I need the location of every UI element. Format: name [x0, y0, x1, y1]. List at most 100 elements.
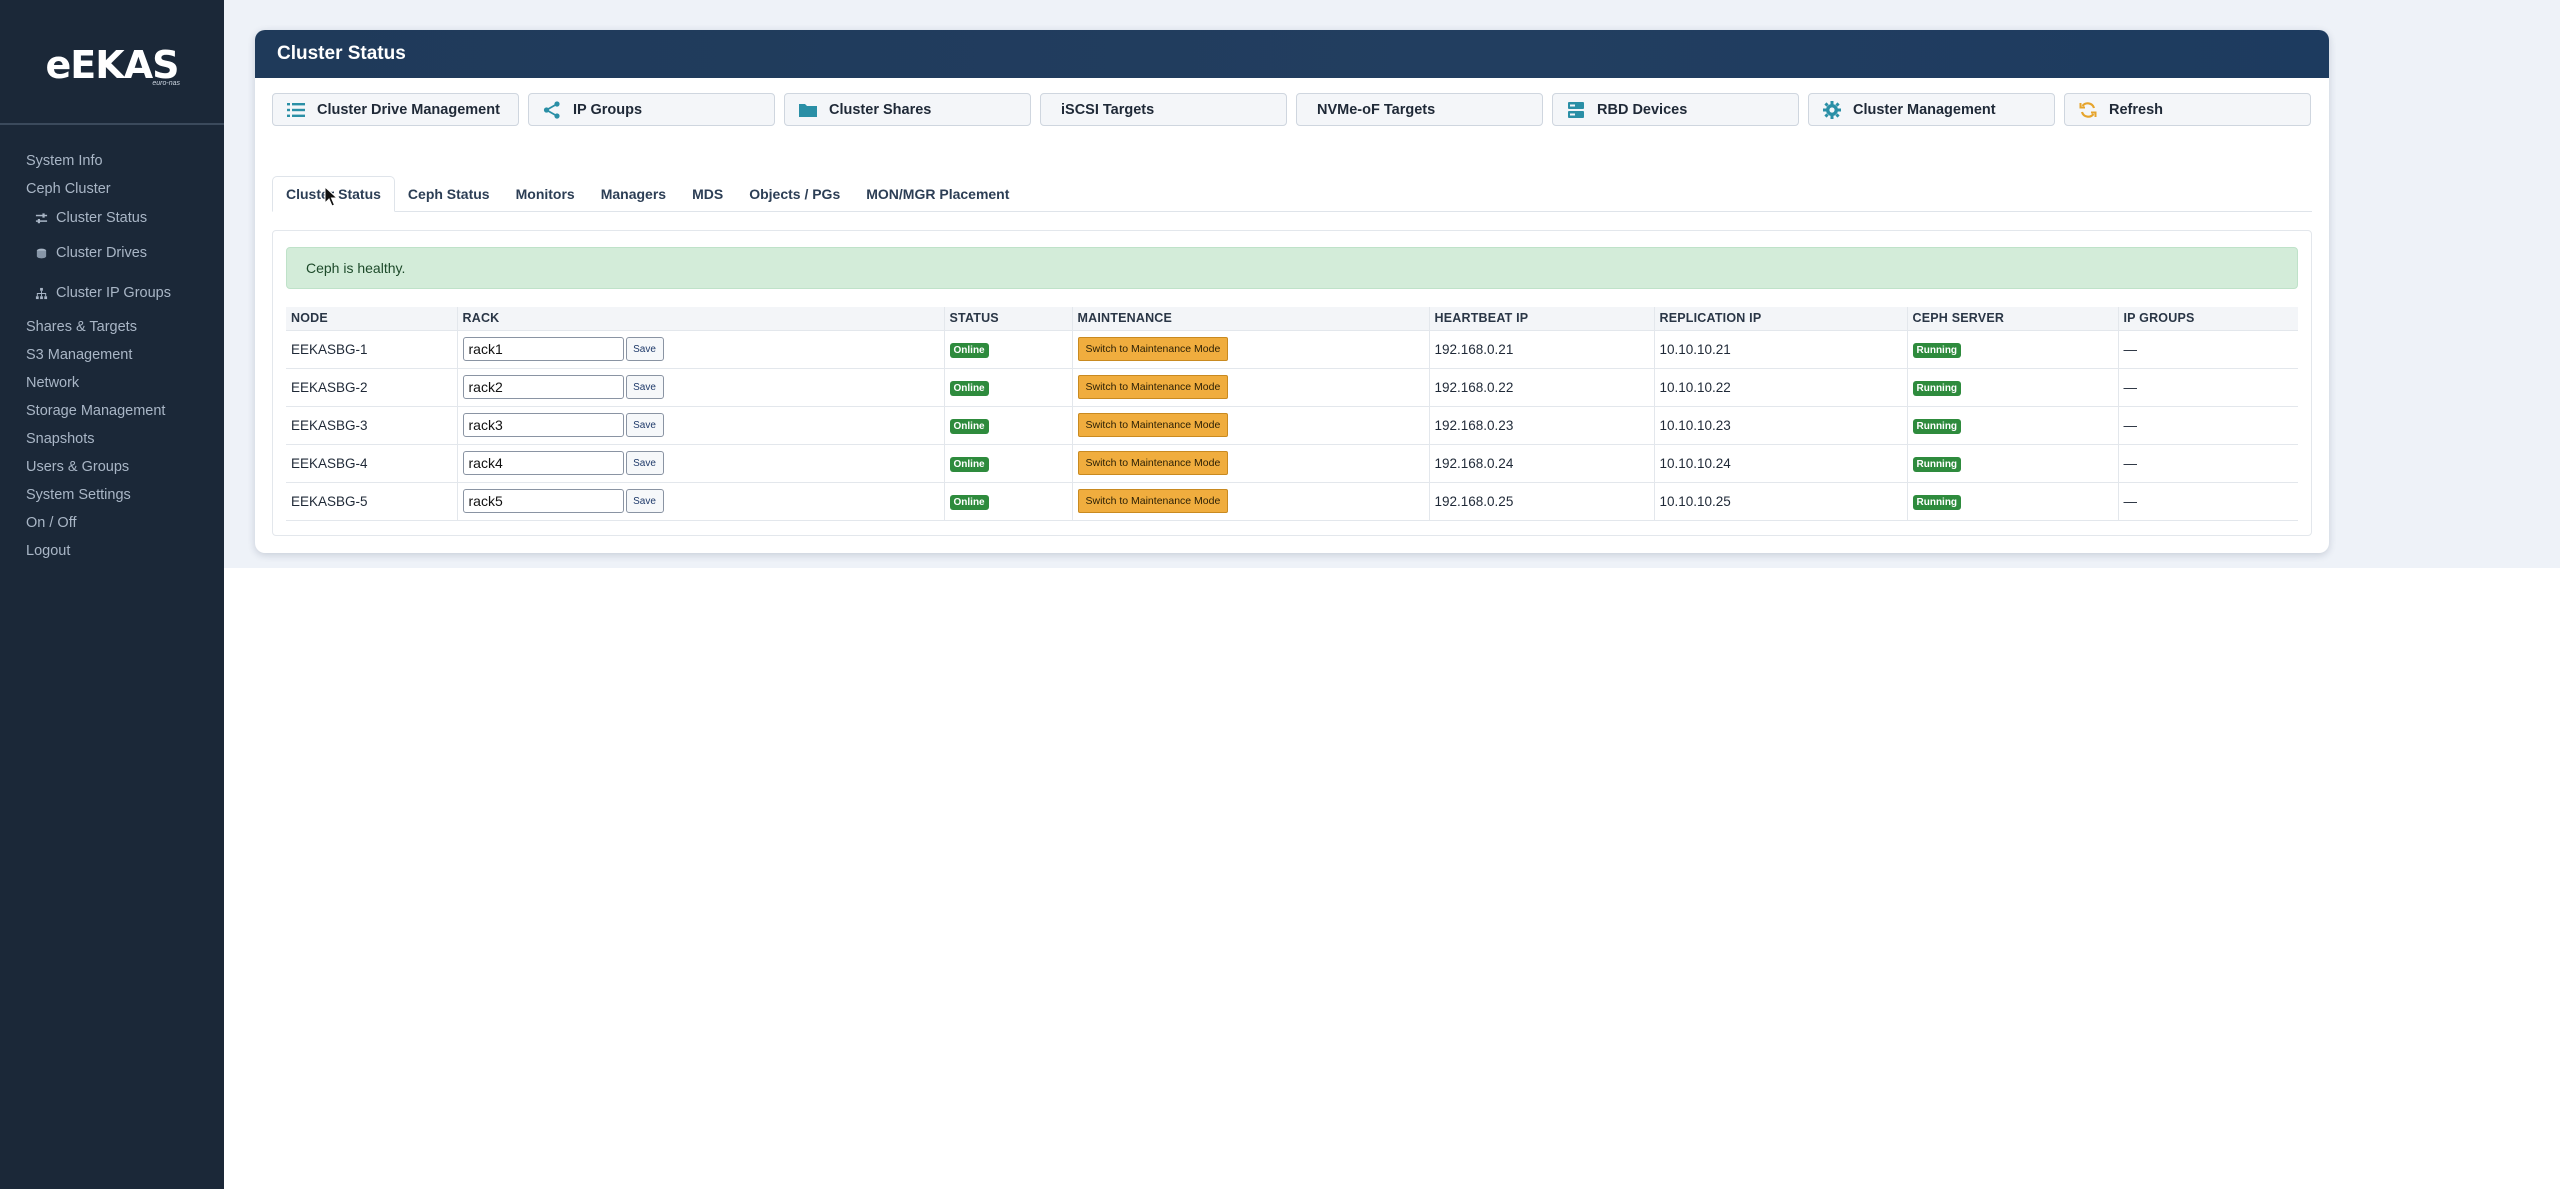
- cluster-drive-management-button[interactable]: Cluster Drive Management: [272, 93, 519, 126]
- sidebar-item-s3-management[interactable]: S3 Management: [0, 341, 224, 369]
- node-name: EEKASBG-1: [286, 329, 458, 368]
- save-button[interactable]: Save: [625, 451, 664, 475]
- ceph-server-cell: Running: [1907, 329, 2119, 368]
- cluster-management-button[interactable]: Cluster Management: [1808, 93, 2055, 126]
- ip-groups: —: [2118, 405, 2298, 444]
- maintenance-cell: Switch to Maintenance Mode: [1072, 481, 1430, 521]
- button-label: iSCSI Targets: [1061, 101, 1155, 118]
- folder-icon: [797, 100, 819, 120]
- heartbeat-ip: 192.168.0.24: [1429, 443, 1655, 482]
- node-name: EEKASBG-4: [286, 443, 458, 482]
- save-button[interactable]: Save: [625, 337, 664, 361]
- sidebar-item-snapshots[interactable]: Snapshots: [0, 425, 224, 453]
- status-badge: Online: [949, 456, 989, 472]
- tab-objects-pgs[interactable]: Objects / PGs: [736, 176, 853, 212]
- rack-cell: Save: [457, 443, 945, 482]
- ip-groups: —: [2118, 481, 2298, 521]
- status-badge: Online: [949, 380, 989, 396]
- rack-input[interactable]: [462, 375, 624, 399]
- button-label: IP Groups: [573, 101, 643, 118]
- maintenance-mode-button[interactable]: Switch to Maintenance Mode: [1077, 451, 1229, 475]
- health-alert-text: Ceph is healthy.: [306, 260, 406, 276]
- column-header-node: NODE: [286, 307, 458, 330]
- drive-icon: [34, 246, 48, 260]
- cluster-status-card: Cluster Status Cluster Drive Management …: [255, 30, 2329, 553]
- cluster-shares-button[interactable]: Cluster Shares: [784, 93, 1031, 126]
- tab-monitors[interactable]: Monitors: [503, 176, 588, 212]
- tab-bar: Cluster Status Ceph Status Monitors Mana…: [272, 176, 2312, 212]
- sidebar: eEKAS euro-nas System Info Ceph Cluster …: [0, 0, 224, 1189]
- rbd-devices-button[interactable]: RBD Devices: [1552, 93, 1799, 126]
- button-label: Cluster Management: [1853, 101, 1996, 118]
- column-header-rack: RACK: [457, 307, 945, 330]
- save-button[interactable]: Save: [625, 413, 664, 437]
- sitemap-icon: [34, 286, 48, 300]
- maintenance-mode-button[interactable]: Switch to Maintenance Mode: [1077, 375, 1229, 399]
- rack-cell: Save: [457, 329, 945, 368]
- status-badge: Online: [949, 418, 989, 434]
- page-title: Cluster Status: [277, 43, 406, 64]
- sidebar-item-system-info[interactable]: System Info: [0, 147, 224, 175]
- table-header-row: NODE RACK STATUS MAINTENANCE HEARTBEAT I…: [286, 307, 2298, 330]
- replication-ip: 10.10.10.22: [1654, 367, 1908, 406]
- tab-mds[interactable]: MDS: [679, 176, 736, 212]
- rack-input[interactable]: [462, 413, 624, 437]
- sidebar-item-ceph-cluster[interactable]: Ceph Cluster: [0, 175, 224, 203]
- sidebar-item-cluster-drives[interactable]: Cluster Drives: [0, 233, 224, 273]
- tab-ceph-status[interactable]: Ceph Status: [395, 176, 503, 212]
- save-button[interactable]: Save: [625, 489, 664, 513]
- sidebar-nav: System Info Ceph Cluster Cluster Status …: [0, 125, 224, 565]
- sidebar-item-on-off[interactable]: On / Off: [0, 509, 224, 537]
- sidebar-item-shares-targets[interactable]: Shares & Targets: [0, 313, 224, 341]
- cluster-status-panel: Ceph is healthy. NODE RACK STATUS MAINTE…: [272, 230, 2312, 536]
- table-row: EEKASBG-1 Save Online Switch to Maintena…: [286, 329, 2298, 368]
- sidebar-item-logout[interactable]: Logout: [0, 537, 224, 565]
- sliders-icon: [34, 211, 48, 225]
- node-name: EEKASBG-2: [286, 367, 458, 406]
- rack-input[interactable]: [462, 337, 624, 361]
- sidebar-item-cluster-status[interactable]: Cluster Status: [0, 203, 224, 233]
- nvme-of-targets-button[interactable]: NVMe-oF Targets: [1296, 93, 1543, 126]
- ceph-server-cell: Running: [1907, 405, 2119, 444]
- status-cell: Online: [944, 481, 1073, 521]
- maintenance-mode-button[interactable]: Switch to Maintenance Mode: [1077, 413, 1229, 437]
- button-label: Refresh: [2109, 101, 2163, 118]
- sidebar-item-system-settings[interactable]: System Settings: [0, 481, 224, 509]
- button-label: Cluster Drive Management: [317, 101, 500, 118]
- health-alert: Ceph is healthy.: [286, 247, 2298, 289]
- sidebar-item-cluster-ip-groups[interactable]: Cluster IP Groups: [0, 273, 224, 313]
- status-cell: Online: [944, 443, 1073, 482]
- replication-ip: 10.10.10.25: [1654, 481, 1908, 521]
- refresh-icon: [2077, 100, 2099, 120]
- iscsi-targets-button[interactable]: iSCSI Targets: [1040, 93, 1287, 126]
- ip-groups-button[interactable]: IP Groups: [528, 93, 775, 126]
- status-badge: Online: [949, 342, 989, 358]
- tab-mon-mgr-placement[interactable]: MON/MGR Placement: [853, 176, 1022, 212]
- mouse-cursor-icon: [324, 186, 339, 207]
- heartbeat-ip: 192.168.0.21: [1429, 329, 1655, 368]
- maintenance-mode-button[interactable]: Switch to Maintenance Mode: [1077, 337, 1229, 361]
- rack-cell: Save: [457, 405, 945, 444]
- sidebar-item-storage-management[interactable]: Storage Management: [0, 397, 224, 425]
- sidebar-item-network[interactable]: Network: [0, 369, 224, 397]
- table-row: EEKASBG-5 Save Online Switch to Maintena…: [286, 481, 2298, 521]
- ceph-server-badge: Running: [1912, 418, 1962, 434]
- sidebar-item-users-groups[interactable]: Users & Groups: [0, 453, 224, 481]
- button-label: NVMe-oF Targets: [1317, 101, 1436, 118]
- sidebar-item-label: Cluster IP Groups: [56, 285, 171, 301]
- heartbeat-ip: 192.168.0.23: [1429, 405, 1655, 444]
- save-button[interactable]: Save: [625, 375, 664, 399]
- rack-input[interactable]: [462, 489, 624, 513]
- maintenance-cell: Switch to Maintenance Mode: [1072, 443, 1430, 482]
- column-header-ip-groups: IP GROUPS: [2118, 307, 2298, 330]
- ip-groups: —: [2118, 443, 2298, 482]
- rack-input[interactable]: [462, 451, 624, 475]
- replication-ip: 10.10.10.21: [1654, 329, 1908, 368]
- maintenance-mode-button[interactable]: Switch to Maintenance Mode: [1077, 489, 1229, 513]
- heartbeat-ip: 192.168.0.22: [1429, 367, 1655, 406]
- refresh-button[interactable]: Refresh: [2064, 93, 2311, 126]
- logo[interactable]: eEKAS euro-nas: [0, 0, 224, 125]
- column-header-heartbeat-ip: HEARTBEAT IP: [1429, 307, 1655, 330]
- tab-managers[interactable]: Managers: [588, 176, 679, 212]
- ceph-server-cell: Running: [1907, 443, 2119, 482]
